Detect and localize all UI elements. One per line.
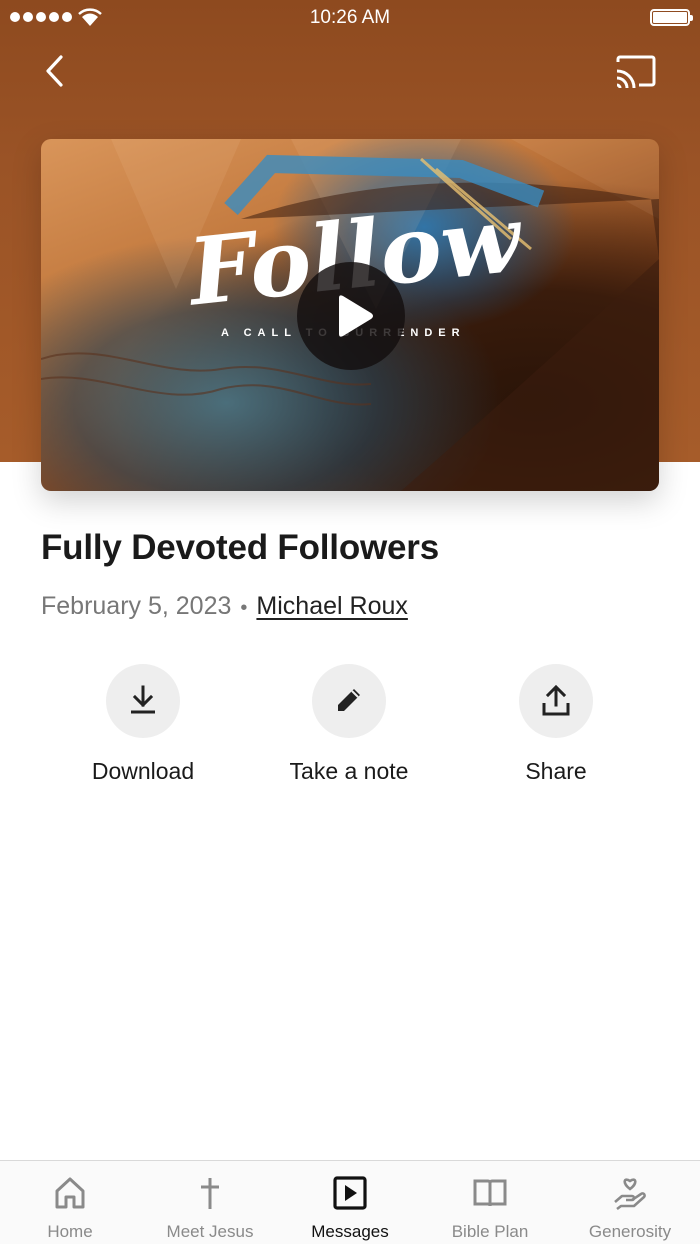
book-icon	[473, 1179, 507, 1207]
back-button[interactable]	[38, 52, 74, 92]
meta-separator: •	[240, 597, 248, 619]
status-bar: 10:26 AM	[0, 0, 700, 36]
tab-messages-label: Messages	[311, 1222, 389, 1241]
share-circle[interactable]	[519, 664, 593, 738]
status-time: 10:26 AM	[309, 7, 391, 28]
take-note-label: Take a note	[289, 758, 409, 784]
battery-icon	[650, 9, 693, 26]
cast-icon	[616, 55, 656, 89]
tab-generosity[interactable]: Generosity	[560, 1161, 700, 1244]
sermon-date: February 5, 2023	[41, 592, 232, 620]
share-icon	[542, 685, 570, 716]
download-circle[interactable]	[106, 664, 180, 738]
tab-messages[interactable]: Messages	[280, 1161, 420, 1244]
share-button[interactable]: Share	[466, 664, 646, 785]
tab-home-label: Home	[47, 1222, 93, 1241]
chevron-left-icon	[46, 55, 63, 87]
speaker-link[interactable]: Michael Roux	[256, 592, 407, 621]
tab-meet-jesus[interactable]: Meet Jesus	[140, 1161, 280, 1244]
take-note-circle[interactable]	[312, 664, 386, 738]
tab-generosity-label: Generosity	[588, 1222, 672, 1241]
take-note-button[interactable]: Take a note	[259, 664, 439, 785]
video-thumbnail[interactable]: Follow A CALL TO SURRENDER	[41, 139, 659, 491]
cross-icon	[201, 1178, 219, 1209]
pencil-icon	[338, 689, 360, 711]
download-button[interactable]: Download	[53, 664, 233, 785]
play-square-icon	[333, 1176, 367, 1210]
sermon-title: Fully Devoted Followers	[41, 528, 439, 567]
play-icon	[339, 295, 373, 337]
tab-bar: Home Meet Jesus Messages Bible Plan Gene…	[0, 1160, 700, 1244]
play-button[interactable]	[297, 262, 405, 370]
tab-home[interactable]: Home	[0, 1161, 140, 1244]
share-label: Share	[525, 758, 587, 784]
hand-heart-icon	[614, 1178, 646, 1211]
download-label: Download	[91, 758, 195, 784]
home-icon	[55, 1177, 85, 1209]
sermon-meta: February 5, 2023 • Michael Roux	[41, 592, 408, 621]
download-icon	[131, 685, 155, 714]
tab-bible-plan[interactable]: Bible Plan	[420, 1161, 560, 1244]
tab-bible-plan-label: Bible Plan	[451, 1222, 529, 1241]
tab-meet-jesus-label: Meet Jesus	[166, 1222, 254, 1241]
cast-button[interactable]	[612, 52, 658, 92]
